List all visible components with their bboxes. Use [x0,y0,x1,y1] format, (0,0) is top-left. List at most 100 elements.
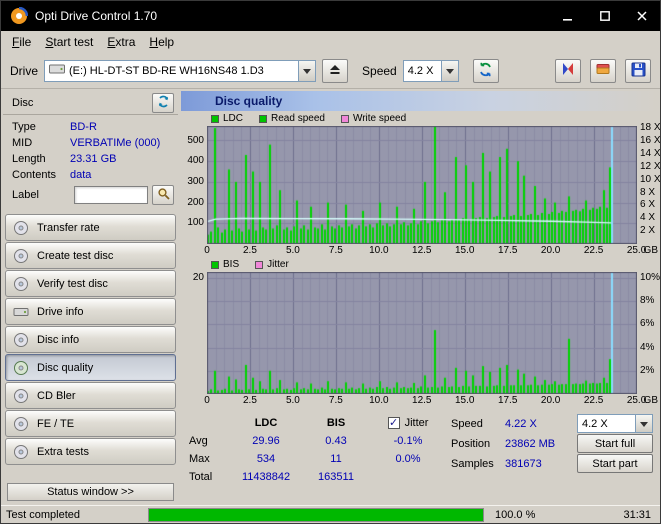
disc-mid-label: MID [12,137,33,149]
label-search-button[interactable] [152,185,174,205]
disc-label-label: Label [12,189,39,201]
sidebar-item-drive-info[interactable]: Drive info [5,298,176,325]
title-bar: Opti Drive Control 1.70 [1,1,660,31]
axis-tick-label: 4 X [640,212,656,224]
axis-tick-label: 0 [204,245,210,256]
disc-contents-value[interactable]: data [70,169,91,181]
bis-chart-canvas [207,272,637,394]
toolbar: Drive (E:) HL-DT-ST BD-RE WH16NS48 1.D3 … [1,53,660,89]
axis-tick-label: 2.5 [243,245,257,256]
disc-info-list: Type BD-R MID VERBATIMe (000) Length 23.… [3,115,178,209]
ldc-column-header: LDC [254,417,278,429]
close-button[interactable] [623,1,660,31]
sidebar-item-verify-test-disc[interactable]: Verify test disc [5,270,176,297]
disc-type-label: Type [12,121,36,133]
menu-item-help[interactable]: Help [142,33,181,51]
sidebar-item-transfer-rate[interactable]: Transfer rate [5,214,176,241]
menu-item-file[interactable]: File [5,33,38,51]
legend-item: Jitter [255,259,289,270]
ldc-y-axis-right: 2 X4 X6 X8 X 10 X 12 X 14 X 16 X 18 X [637,122,661,244]
minimize-button[interactable] [549,1,586,31]
menu-item-start-test[interactable]: Start test [38,33,100,51]
maximize-button[interactable] [586,1,623,31]
position-stat-value: 23862 MB [505,437,556,450]
sidebar: Disc Type BD-R MID VERBATIMe (000) Lengt… [3,91,178,505]
save-button[interactable] [625,58,651,83]
axis-tick-label: 18 X [640,122,661,134]
axis-tick-label: 16 X [640,135,661,147]
axis-tick-label: 12.5 [412,395,432,406]
refresh-speeds-button[interactable] [472,58,499,83]
sidebar-item-fe-te[interactable]: FE / TE [5,410,176,437]
axis-tick-label: 17.5 [497,245,518,256]
speed-select[interactable]: 4.2 X [402,59,459,82]
speed-stat-label: Speed [451,417,483,430]
refresh-disc-button[interactable] [152,92,174,113]
axis-tick-label: 2 X [640,225,656,237]
sidebar-item-label: CD Bler [37,389,76,402]
eraser-button[interactable] [590,58,616,83]
sidebar-item-label: Drive info [37,305,84,318]
disc-quality-icon [13,360,29,376]
axis-tick-label: 4% [640,341,655,353]
write-speed-swatch [340,114,349,123]
search-icon [157,187,170,203]
legend-item: Read speed [259,113,325,124]
elapsed-time: 31:31 [623,508,651,521]
axis-tick-label: 10 X [640,173,661,185]
avg-row-label: Avg [189,435,208,447]
drive-select[interactable]: (E:) HL-DT-ST BD-RE WH16NS48 1.D3 [44,59,317,82]
disc-length-label: Length [12,153,46,165]
sidebar-item-cd-bler[interactable]: CD Bler [5,382,176,409]
pinwheel-icon [560,61,576,80]
sidebar-item-label: Extra tests [37,445,89,458]
ldc-x-axis: 0 2.5 5.0 7.5 10.0 12.5 15.0 17.5 20.0 22.5 25.0 GB [181,244,658,257]
axis-tick-label: 20 [192,271,204,283]
speed-combo-value: 4.2 X [407,64,434,77]
chevron-down-icon[interactable] [635,415,652,432]
axis-tick-label: 17.5 [497,395,518,406]
menu-bar: File Start test Extra Help [1,31,660,53]
disc-section-title: Disc [12,96,34,109]
start-part-button[interactable]: Start part [577,454,653,473]
start-full-button[interactable]: Start full [577,434,653,453]
axis-tick-label: 25.0 [626,395,647,406]
legend-item: Write speed [340,113,406,124]
error-stats-grid: LDC BIS ✓ Jitter Avg 29.96 0.43 -0.1% Ma… [189,414,451,505]
disc-section-header: Disc [3,91,178,115]
axis-tick-label: 6% [640,318,655,330]
label-input[interactable] [74,186,148,204]
toolbar-right-group [555,58,651,83]
axis-tick-label: 5.0 [285,395,300,406]
sidebar-item-label: Disc quality [37,361,94,374]
menu-item-extra[interactable]: Extra [100,33,142,51]
sidebar-item-extra-tests[interactable]: Extra tests [5,438,176,465]
jitter-checkbox[interactable]: ✓ [387,417,400,429]
axis-tick-label: 5.0 [285,245,300,256]
window-controls [549,1,660,31]
total-bis-value: 163511 [318,471,354,483]
sidebar-item-disc-info[interactable]: Disc info [5,326,176,353]
disc-length-value: 23.31 GB [70,153,117,165]
axis-tick-label: 10.0 [369,395,389,406]
speed-stat-value: 4.22 X [505,417,537,430]
sidebar-item-disc-quality[interactable]: Disc quality [5,354,176,381]
axis-tick-label: 100 [187,217,204,229]
bis-plot [207,272,637,394]
axis-tick-label: 15.0 [454,245,475,256]
status-window-button[interactable]: Status window >> [7,483,174,501]
sidebar-item-create-test-disc[interactable]: Create test disc [5,242,176,269]
axis-tick-label: 0 [204,395,210,406]
chevron-down-icon[interactable] [440,60,458,81]
axis-tick-label: 8% [640,295,655,307]
bis-swatch [211,260,219,269]
eject-button[interactable] [322,58,349,83]
chevron-down-icon[interactable] [298,60,316,81]
bis-y-axis-right: 2% 4% 6% 8% 10% [637,272,660,394]
disc-info-icon [13,332,29,348]
test-speed-select[interactable]: 4.2 X [577,414,653,433]
sidebar-nav: Transfer rate Create test disc Verify te… [3,209,178,465]
progress-fill [149,508,483,521]
axis-tick-label: 300 [187,175,204,187]
pinwheel-button[interactable] [555,58,581,83]
